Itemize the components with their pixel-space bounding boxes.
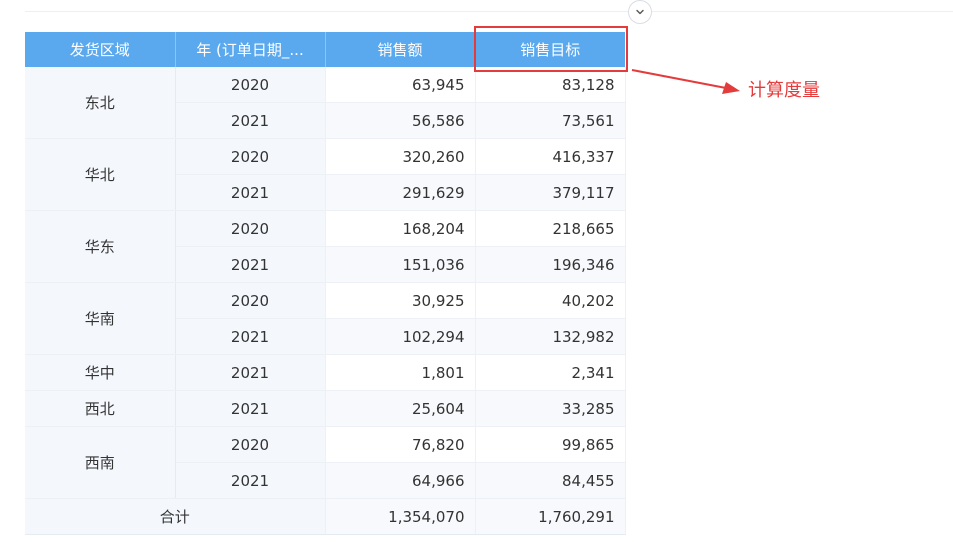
total-sales-cell: 1,354,070	[325, 498, 476, 535]
year-cell: 2020	[175, 138, 326, 175]
table-row: 西北 2021 25,604 33,285	[25, 390, 626, 427]
year-cell: 2020	[175, 67, 326, 103]
year-cell: 2020	[175, 426, 326, 463]
sales-cell: 151,036	[325, 246, 476, 283]
header-year[interactable]: 年 (订单日期_...	[175, 32, 326, 67]
table-row: 东北 2020 63,945 83,128	[25, 67, 626, 139]
sales-cell: 76,820	[325, 426, 476, 463]
table-row: 华东 2020 168,204 218,665	[25, 210, 626, 283]
table-row: 华北 2020 320,260 416,337	[25, 138, 626, 211]
year-cell: 2021	[175, 246, 326, 283]
sales-cell: 25,604	[325, 390, 476, 427]
target-cell: 40,202	[475, 282, 626, 319]
table-row: 西南 2020 76,820 99,865	[25, 426, 626, 499]
total-label: 合计	[25, 498, 326, 535]
table-row: 华中 2021 1,801 2,341	[25, 354, 626, 391]
year-cell: 2021	[175, 354, 326, 391]
year-cell: 2021	[175, 174, 326, 211]
target-cell: 416,337	[475, 138, 626, 175]
top-divider	[25, 11, 953, 12]
total-row: 合计 1,354,070 1,760,291	[25, 498, 626, 535]
year-cell: 2020	[175, 210, 326, 247]
sales-cell: 56,586	[325, 102, 476, 139]
annotation-arrow-icon	[631, 69, 740, 94]
collapse-toggle-button[interactable]	[628, 0, 652, 24]
sales-cell: 320,260	[325, 138, 476, 175]
target-cell: 379,117	[475, 174, 626, 211]
table-header-row: 发货区域 年 (订单日期_... 销售额 销售目标	[25, 32, 625, 67]
year-cell: 2021	[175, 318, 326, 355]
target-cell: 132,982	[475, 318, 626, 355]
region-cell: 东北	[25, 67, 176, 139]
region-cell: 西南	[25, 426, 176, 499]
chevron-down-icon	[636, 9, 644, 15]
target-cell: 218,665	[475, 210, 626, 247]
sales-cell: 102,294	[325, 318, 476, 355]
target-cell: 33,285	[475, 390, 626, 427]
target-cell: 99,865	[475, 426, 626, 463]
region-cell: 华北	[25, 138, 176, 211]
sales-cell: 30,925	[325, 282, 476, 319]
target-cell: 73,561	[475, 102, 626, 139]
annotation-label: 计算度量	[748, 80, 820, 101]
table-row: 华南 2020 30,925 40,202	[25, 282, 626, 355]
header-sales[interactable]: 销售额	[325, 32, 476, 67]
header-sales-target[interactable]: 销售目标	[475, 32, 625, 67]
sales-cell: 168,204	[325, 210, 476, 247]
year-cell: 2020	[175, 282, 326, 319]
target-cell: 84,455	[475, 462, 626, 499]
target-cell: 2,341	[475, 354, 626, 391]
total-target-cell: 1,760,291	[475, 498, 626, 535]
sales-cell: 1,801	[325, 354, 476, 391]
sales-cell: 63,945	[325, 67, 476, 103]
region-cell: 华东	[25, 210, 176, 283]
sales-cell: 64,966	[325, 462, 476, 499]
year-cell: 2021	[175, 102, 326, 139]
target-cell: 196,346	[475, 246, 626, 283]
year-cell: 2021	[175, 462, 326, 499]
sales-cell: 291,629	[325, 174, 476, 211]
target-cell: 83,128	[475, 67, 626, 103]
year-cell: 2021	[175, 390, 326, 427]
pivot-table: 发货区域 年 (订单日期_... 销售额 销售目标 东北 2020 63,945…	[25, 32, 626, 535]
region-cell: 华中	[25, 354, 176, 391]
region-cell: 华南	[25, 282, 176, 355]
region-cell: 西北	[25, 390, 176, 427]
header-region[interactable]: 发货区域	[25, 32, 176, 67]
